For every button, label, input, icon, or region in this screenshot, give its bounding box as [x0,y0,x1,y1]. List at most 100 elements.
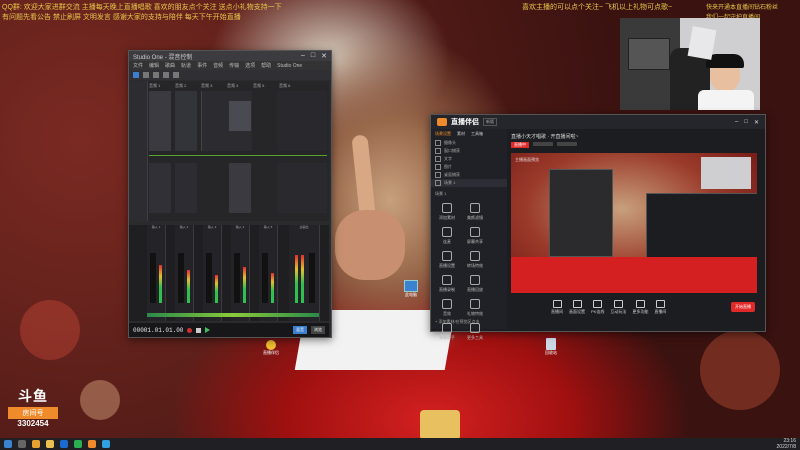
source-item[interactable]: 窗口捕获 [431,147,507,155]
toolbar-button[interactable]: 直播间 [551,299,563,315]
side-tool-button[interactable]: 美颜滤镜 [463,203,487,221]
side-tool-label: 直播回放 [467,287,483,292]
side-tool-button[interactable]: 更多工具 [463,323,487,341]
maximize-icon[interactable]: □ [744,119,748,126]
minimize-icon[interactable]: – [301,52,305,60]
track-header[interactable]: 音频 3 [201,83,212,89]
mixer-channel[interactable]: 输入 2 [175,225,194,321]
daw-window[interactable]: Studio One - 混音控制 – □ ✕ 文件 编辑 歌曲 轨道 事件 音… [128,50,332,338]
browser-icon[interactable] [32,440,40,448]
live-titlebar[interactable]: 直播伴侣 新版 – □ ✕ [431,115,765,129]
pencil-tool-icon[interactable] [143,72,149,78]
side-tool-button[interactable]: 添加素材 [435,203,459,221]
toolbar-button[interactable]: 更多功能 [632,299,648,315]
stop-icon[interactable] [196,327,202,333]
side-tool-button[interactable]: 直播设置 [435,251,459,269]
desktop-icon-recycle[interactable]: 回收站 [542,338,560,356]
eye-icon[interactable] [435,180,441,186]
eye-icon[interactable] [435,164,441,170]
eraser-tool-icon[interactable] [153,72,159,78]
play-icon[interactable] [205,327,211,333]
channel-fader[interactable] [206,253,212,303]
search-icon[interactable] [18,440,26,448]
channel-fader[interactable] [309,253,315,303]
toolbar-button[interactable]: 画面设置 [569,299,585,315]
channel-fader[interactable] [150,253,156,303]
source-item[interactable]: 摄像头 [431,139,507,147]
mixer-channel[interactable]: 输入 4 [231,225,250,321]
close-icon[interactable]: ✕ [321,52,327,60]
arrow-tool-icon[interactable] [133,72,139,78]
menu-item[interactable]: 事件 [197,62,207,69]
side-tool-button[interactable]: 弹幕助手 [435,323,459,341]
side-tool-button[interactable]: 连麦 [435,227,459,245]
toolbar-button[interactable]: 直播间 [654,299,666,315]
menu-item[interactable]: 传输 [229,62,239,69]
wechat-icon[interactable] [74,440,82,448]
menu-item[interactable]: 选项 [245,62,255,69]
source-item[interactable]: 图片 [431,163,507,171]
folder-icon[interactable] [46,440,54,448]
close-icon[interactable]: ✕ [754,119,759,126]
menu-item[interactable]: 文件 [133,62,143,69]
toolbar-button[interactable]: 互动玩法 [610,299,626,315]
browse-button[interactable]: 浏览 [311,326,325,334]
source-item[interactable]: 文字 [431,155,507,163]
record-icon[interactable] [187,327,193,333]
channel-fader[interactable] [262,253,268,303]
tab-scene[interactable]: 场景设置 [435,131,451,137]
daw-titlebar[interactable]: Studio One - 混音控制 – □ ✕ [129,51,331,61]
eye-icon[interactable] [435,172,441,178]
menu-item[interactable]: 轨道 [181,62,191,69]
track-header[interactable]: 音频 1 [149,83,160,89]
start-live-button[interactable]: 开始直播 [731,302,755,312]
eye-icon[interactable] [435,140,441,146]
live-companion-icon[interactable] [88,440,96,448]
eye-icon[interactable] [435,156,441,162]
track-header[interactable]: 音频 5 [253,83,264,89]
side-tool-button[interactable]: 礼物特效 [463,299,487,317]
split-tool-icon[interactable] [163,72,169,78]
toolbar-button[interactable]: PK连线 [591,299,604,315]
track-header[interactable]: 音频 6 [279,83,290,89]
arrange-area[interactable]: 音频 1 音频 2 音频 3 音频 4 音频 5 音频 6 [129,81,329,221]
side-tool-button[interactable]: 直播回放 [463,275,487,293]
mixer-channel[interactable]: 输入 1 [147,225,166,321]
channel-fader[interactable] [178,253,184,303]
menu-item[interactable]: 音频 [213,62,223,69]
eye-icon[interactable] [435,148,441,154]
main-output-channel[interactable]: 主输出 [289,225,320,321]
source-item[interactable]: 场景 1 [431,179,507,187]
mixer-channel[interactable]: 输入 5 [259,225,278,321]
tab-material[interactable]: 素材 [457,131,465,137]
room-title[interactable]: 直播小天才唱歌 · 开直播间啦~ [511,133,761,140]
menu-item[interactable]: Studio One [277,63,302,69]
live-companion-window[interactable]: 直播伴侣 新版 – □ ✕ 场景设置 素材 工具箱 摄像头 窗口捕获 文字 图片… [430,114,766,340]
mix-button[interactable]: 混音 [293,326,307,334]
track-header[interactable]: 音频 2 [175,83,186,89]
menu-item[interactable]: 歌曲 [165,62,175,69]
qq-icon[interactable] [102,440,110,448]
mute-tool-icon[interactable] [173,72,179,78]
tab-toolbox[interactable]: 工具箱 [471,131,483,137]
windows-start-icon[interactable] [4,440,12,448]
channel-fader[interactable] [234,253,240,303]
menu-item[interactable]: 帮助 [261,62,271,69]
stream-preview[interactable]: 主播画面预览 [511,153,757,293]
side-tool-button[interactable]: 直播录制 [435,275,459,293]
add-material-hint[interactable]: + 添加素材/在预览区点击 [435,319,480,325]
side-tool-button[interactable]: 屏幕共享 [463,227,487,245]
source-item[interactable]: 桌面捕获 [431,171,507,179]
studio-one-icon[interactable] [60,440,68,448]
side-tool-button[interactable]: 转场特效 [463,251,487,269]
mixer-channel[interactable]: 输入 3 [203,225,222,321]
system-tray-clock[interactable]: 23:16 2022/7/8 [777,438,796,450]
mixer-panel[interactable]: 输入 1 输入 2 输入 3 输入 4 输入 5 主输出 [129,225,329,321]
maximize-icon[interactable]: □ [311,52,315,60]
track-header[interactable]: 音频 4 [227,83,238,89]
minimize-icon[interactable]: – [735,119,738,126]
menu-item[interactable]: 编辑 [149,62,159,69]
desktop-icon-computer[interactable]: 此电脑 [402,280,420,298]
side-tool-button[interactable]: 音效 [435,299,459,317]
desktop-icon-app[interactable]: 直播伴侣 [262,340,280,356]
